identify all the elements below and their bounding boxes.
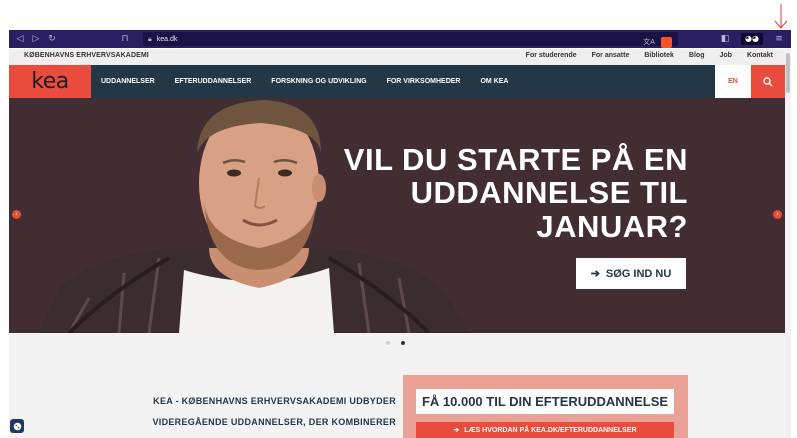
- carousel-prev-icon[interactable]: ‹: [12, 210, 21, 219]
- intro-line: VIDEREGÅENDE UDDANNELSER, DER KOMBINERER: [152, 417, 396, 427]
- apply-now-label: SØG IND NU: [605, 267, 672, 280]
- lock-icon[interactable]: 🔒︎: [148, 35, 152, 44]
- utility-link-ansatte[interactable]: For ansatte: [592, 52, 630, 59]
- utility-link-kontakt[interactable]: Kontakt: [747, 52, 773, 59]
- nav-item-uddannelser[interactable]: UDDANNELSER: [101, 78, 155, 85]
- promo-title: FÅ 10.000 TIL DIN EFTERUDDANNELSE: [416, 389, 674, 414]
- utility-link-bibliotek[interactable]: Bibliotek: [644, 52, 674, 59]
- carousel-next-icon[interactable]: ›: [773, 210, 782, 219]
- promo-box: FÅ 10.000 TIL DIN EFTERUDDANNELSE ➔ LÆS …: [403, 375, 688, 438]
- carousel-dot-active[interactable]: [401, 341, 405, 345]
- arrow-right-icon: ➔: [590, 268, 600, 280]
- hero-headline: VIL DU STARTE PÅ EN UDDANNELSE TIL JANUA…: [328, 142, 688, 244]
- scrollbar-thumb[interactable]: [786, 53, 790, 93]
- promo-link-label: LÆS HVORDAN PÅ KEA.DK/EFTERUDDANNELSER: [464, 426, 637, 434]
- page: ◁ ▷ ↻ ⊓ 🔒︎ kea.dk 文A ◧ ◕◕ ≡ KØBENHAVNS E…: [0, 0, 797, 438]
- cookie-settings-button[interactable]: [10, 419, 24, 433]
- nav-item-forskning[interactable]: FORSKNING OG UDVIKLING: [271, 78, 366, 85]
- url-text[interactable]: kea.dk: [157, 36, 178, 43]
- reload-icon[interactable]: ↻: [44, 30, 60, 48]
- menu-icon[interactable]: ≡: [771, 30, 787, 48]
- cookie-icon: [13, 422, 21, 430]
- language-button[interactable]: EN: [715, 65, 751, 98]
- nav-item-om-kea[interactable]: OM KEA: [480, 78, 508, 85]
- logo-text: kea: [31, 68, 69, 94]
- carousel-dot[interactable]: [386, 341, 390, 345]
- hero-headline-line: UDDANNELSE TIL: [410, 175, 688, 211]
- annotation-arrow-icon: [774, 4, 788, 29]
- brave-shield-icon[interactable]: [661, 36, 672, 48]
- utility-link-studerende[interactable]: For studerende: [526, 52, 577, 59]
- address-bar[interactable]: 🔒︎ kea.dk 文A: [143, 32, 678, 48]
- nav-links: UDDANNELSER EFTERUDDANNELSER FORSKNING O…: [101, 65, 508, 98]
- utility-link-blog[interactable]: Blog: [689, 52, 705, 59]
- utility-link-job[interactable]: Job: [719, 52, 731, 59]
- utility-bar: KØBENHAVNS ERHVERVSAKADEMI For studerend…: [9, 49, 785, 65]
- browser-toolbar: ◁ ▷ ↻ ⊓ 🔒︎ kea.dk 文A ◧ ◕◕ ≡: [9, 30, 791, 48]
- hero-headline-line: JANUAR?: [536, 208, 688, 244]
- nav-item-virksomheder[interactable]: FOR VIRKSOMHEDER: [387, 78, 461, 85]
- intro-text: KEA - KØBENHAVNS ERHVERVSAKADEMI UDBYDER…: [106, 391, 396, 433]
- bookmark-icon[interactable]: ⊓: [117, 30, 133, 48]
- search-icon: [763, 76, 773, 87]
- search-button[interactable]: [751, 65, 785, 98]
- kea-logo[interactable]: kea: [9, 65, 91, 98]
- arrow-right-icon: ➔: [453, 427, 460, 434]
- forward-icon[interactable]: ▷: [28, 30, 44, 48]
- hero-banner: VIL DU STARTE PÅ EN UDDANNELSE TIL JANUA…: [9, 98, 785, 333]
- hero-headline-line: VIL DU STARTE PÅ EN: [343, 142, 688, 177]
- back-icon[interactable]: ◁: [12, 30, 28, 48]
- utility-links: For studerende For ansatte Bibliotek Blo…: [526, 52, 773, 59]
- nav-item-efteruddannelser[interactable]: EFTERUDDANNELSER: [175, 78, 252, 85]
- intro-line: KEA - KØBENHAVNS ERHVERVSAKADEMI UDBYDER: [153, 396, 396, 406]
- main-navigation: kea UDDANNELSER EFTERUDDANNELSER FORSKNI…: [9, 65, 785, 98]
- promo-link[interactable]: ➔ LÆS HVORDAN PÅ KEA.DK/EFTERUDDANNELSER: [416, 422, 674, 438]
- carousel-indicators: [386, 341, 405, 345]
- sidebar-icon[interactable]: ◧: [717, 30, 733, 48]
- content-section: KEA - KØBENHAVNS ERHVERVSAKADEMI UDBYDER…: [9, 333, 785, 438]
- private-glasses-icon[interactable]: ◕◕: [741, 33, 763, 45]
- apply-now-button[interactable]: ➔ SØG IND NU: [576, 258, 686, 289]
- org-name[interactable]: KØBENHAVNS ERHVERVSAKADEMI: [24, 52, 149, 59]
- scrollbar[interactable]: [785, 49, 791, 438]
